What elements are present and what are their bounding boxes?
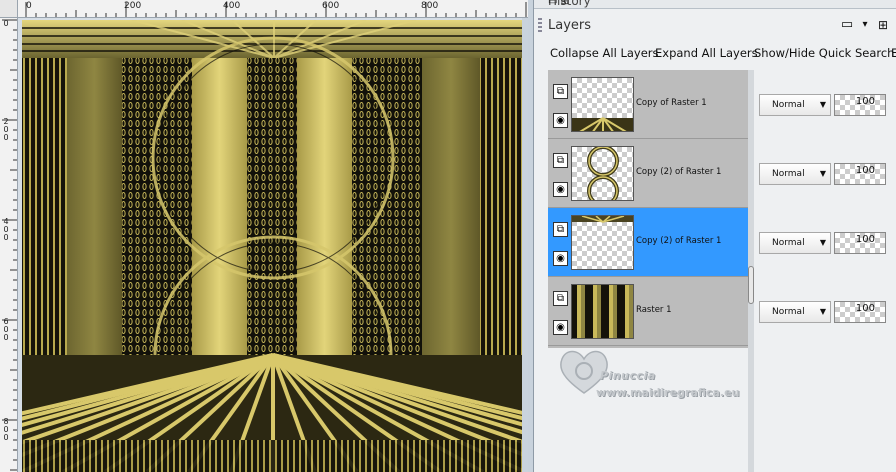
watermark: Pinuccia www.maidiregrafica.eu bbox=[546, 335, 806, 415]
opacity-value: 100 bbox=[855, 234, 875, 245]
blend-mode-dropdown[interactable]: Normal ▼ bbox=[759, 163, 831, 185]
ruler-left-label: 2 0 0 bbox=[3, 117, 9, 142]
layers-list: ⧉ ◉ Copy of Raster 1 ⧉ ◉ Copy (2) of Ras… bbox=[548, 70, 751, 348]
blend-mode-value: Normal bbox=[772, 169, 805, 179]
opacity-value: 100 bbox=[855, 96, 875, 107]
artwork-image bbox=[22, 20, 525, 472]
blend-mode-value: Normal bbox=[772, 100, 805, 110]
layer-thumbnail bbox=[571, 284, 634, 339]
layer-thumbnail bbox=[571, 215, 634, 270]
opacity-value: 100 bbox=[855, 303, 875, 314]
layer-row[interactable]: ⧉ ◉ Copy of Raster 1 bbox=[548, 70, 751, 139]
layer-name[interactable]: Raster 1 bbox=[636, 305, 672, 315]
ruler-top-ticks bbox=[25, 2, 527, 17]
history-panel-header: History ▭ ⊞ bbox=[534, 0, 896, 9]
layer-type-icon[interactable]: ⧉ bbox=[553, 153, 568, 168]
restore-icon[interactable]: ▭ bbox=[840, 17, 854, 33]
visibility-eye-icon[interactable]: ◉ bbox=[553, 251, 568, 266]
canvas-scrollbar[interactable] bbox=[522, 18, 528, 472]
app-window: 0 200 400 600 800 0 2 0 0 4 0 0 6 0 0 8 … bbox=[0, 0, 896, 472]
dropdown-arrow-icon[interactable]: ▾ bbox=[858, 17, 872, 33]
opacity-field[interactable]: 100 bbox=[834, 301, 886, 323]
ruler-top-label: 0 bbox=[26, 1, 32, 11]
ruler-top-label: 600 bbox=[322, 1, 340, 11]
ruler-left-label: 4 0 0 bbox=[3, 217, 9, 242]
layer-type-icon[interactable]: ⧉ bbox=[553, 222, 568, 237]
collapse-all-layers-button[interactable]: Collapse All Layers bbox=[550, 46, 659, 60]
layers-title: Layers bbox=[548, 18, 592, 33]
chevron-down-icon: ▼ bbox=[819, 307, 826, 316]
pin-icon[interactable]: ⊞ bbox=[876, 17, 890, 33]
image-canvas[interactable] bbox=[22, 20, 525, 472]
opacity-value: 100 bbox=[855, 165, 875, 176]
blend-mode-dropdown[interactable]: Normal ▼ bbox=[759, 232, 831, 254]
blend-mode-dropdown[interactable]: Normal ▼ bbox=[759, 94, 831, 116]
layers-panel: History ▭ ⊞ Layers ▭ ▾ ⊞ Collapse All La… bbox=[533, 0, 896, 472]
canvas-area: 0 200 400 600 800 0 2 0 0 4 0 0 6 0 0 8 … bbox=[0, 0, 528, 472]
chevron-down-icon: ▼ bbox=[819, 100, 826, 109]
ruler-left-label: 6 0 0 bbox=[3, 317, 9, 342]
ruler-top-label: 200 bbox=[124, 1, 142, 11]
ruler-left-label: 8 0 0 bbox=[3, 417, 9, 442]
blend-mode-value: Normal bbox=[772, 307, 805, 317]
chevron-down-icon: ▼ bbox=[819, 238, 826, 247]
opacity-field[interactable]: 100 bbox=[834, 163, 886, 185]
visibility-eye-icon[interactable]: ◉ bbox=[553, 320, 568, 335]
layer-name[interactable]: Copy (2) of Raster 1 bbox=[636, 167, 721, 177]
layer-name[interactable]: Copy (2) of Raster 1 bbox=[636, 236, 721, 246]
layers-toolbar: Collapse All Layers Expand All Layers Sh… bbox=[534, 42, 896, 66]
layer-type-icon[interactable]: ⧉ bbox=[553, 291, 568, 306]
blend-mode-dropdown[interactable]: Normal ▼ bbox=[759, 301, 831, 323]
watermark-name: Pinuccia bbox=[600, 369, 656, 382]
ruler-left: 0 2 0 0 4 0 0 6 0 0 8 0 0 bbox=[0, 18, 18, 472]
ruler-left-label: 0 bbox=[3, 19, 9, 28]
chevron-down-icon: ▼ bbox=[819, 169, 826, 178]
ruler-left-ticks bbox=[2, 19, 17, 471]
panel-grip-icon[interactable] bbox=[538, 18, 542, 34]
ruler-top-label: 400 bbox=[223, 1, 241, 11]
layer-row-selected[interactable]: ⧉ ◉ Copy (2) of Raster 1 bbox=[548, 208, 751, 277]
opacity-field[interactable]: 100 bbox=[834, 232, 886, 254]
visibility-eye-icon[interactable]: ◉ bbox=[553, 113, 568, 128]
ruler-top-label: 800 bbox=[421, 1, 439, 11]
layer-thumbnail bbox=[571, 77, 634, 132]
layer-properties-column: Normal ▼ 100 Normal ▼ 100 Normal ▼ 100 Norm… bbox=[754, 70, 896, 348]
layer-row[interactable]: ⧉ ◉ Copy (2) of Raster 1 bbox=[548, 139, 751, 208]
layers-panel-header: Layers ▭ ▾ ⊞ bbox=[534, 14, 896, 38]
ruler-corner bbox=[0, 0, 18, 18]
visibility-eye-icon[interactable]: ◉ bbox=[553, 182, 568, 197]
toolbar-overflow-button[interactable]: E bbox=[891, 46, 896, 60]
expand-all-layers-button[interactable]: Expand All Layers bbox=[655, 46, 758, 60]
layer-type-icon[interactable]: ⧉ bbox=[553, 84, 568, 99]
quick-search-button[interactable]: Show/Hide Quick Search bbox=[754, 46, 894, 60]
opacity-field[interactable]: 100 bbox=[834, 94, 886, 116]
layer-name[interactable]: Copy of Raster 1 bbox=[636, 98, 707, 108]
ruler-top: 0 200 400 600 800 bbox=[18, 0, 528, 18]
blend-mode-value: Normal bbox=[772, 238, 805, 248]
layer-thumbnail bbox=[571, 146, 634, 201]
history-pin-icon[interactable]: ▭ ⊞ bbox=[548, 0, 887, 7]
watermark-site: www.maidiregrafica.eu bbox=[596, 386, 740, 399]
